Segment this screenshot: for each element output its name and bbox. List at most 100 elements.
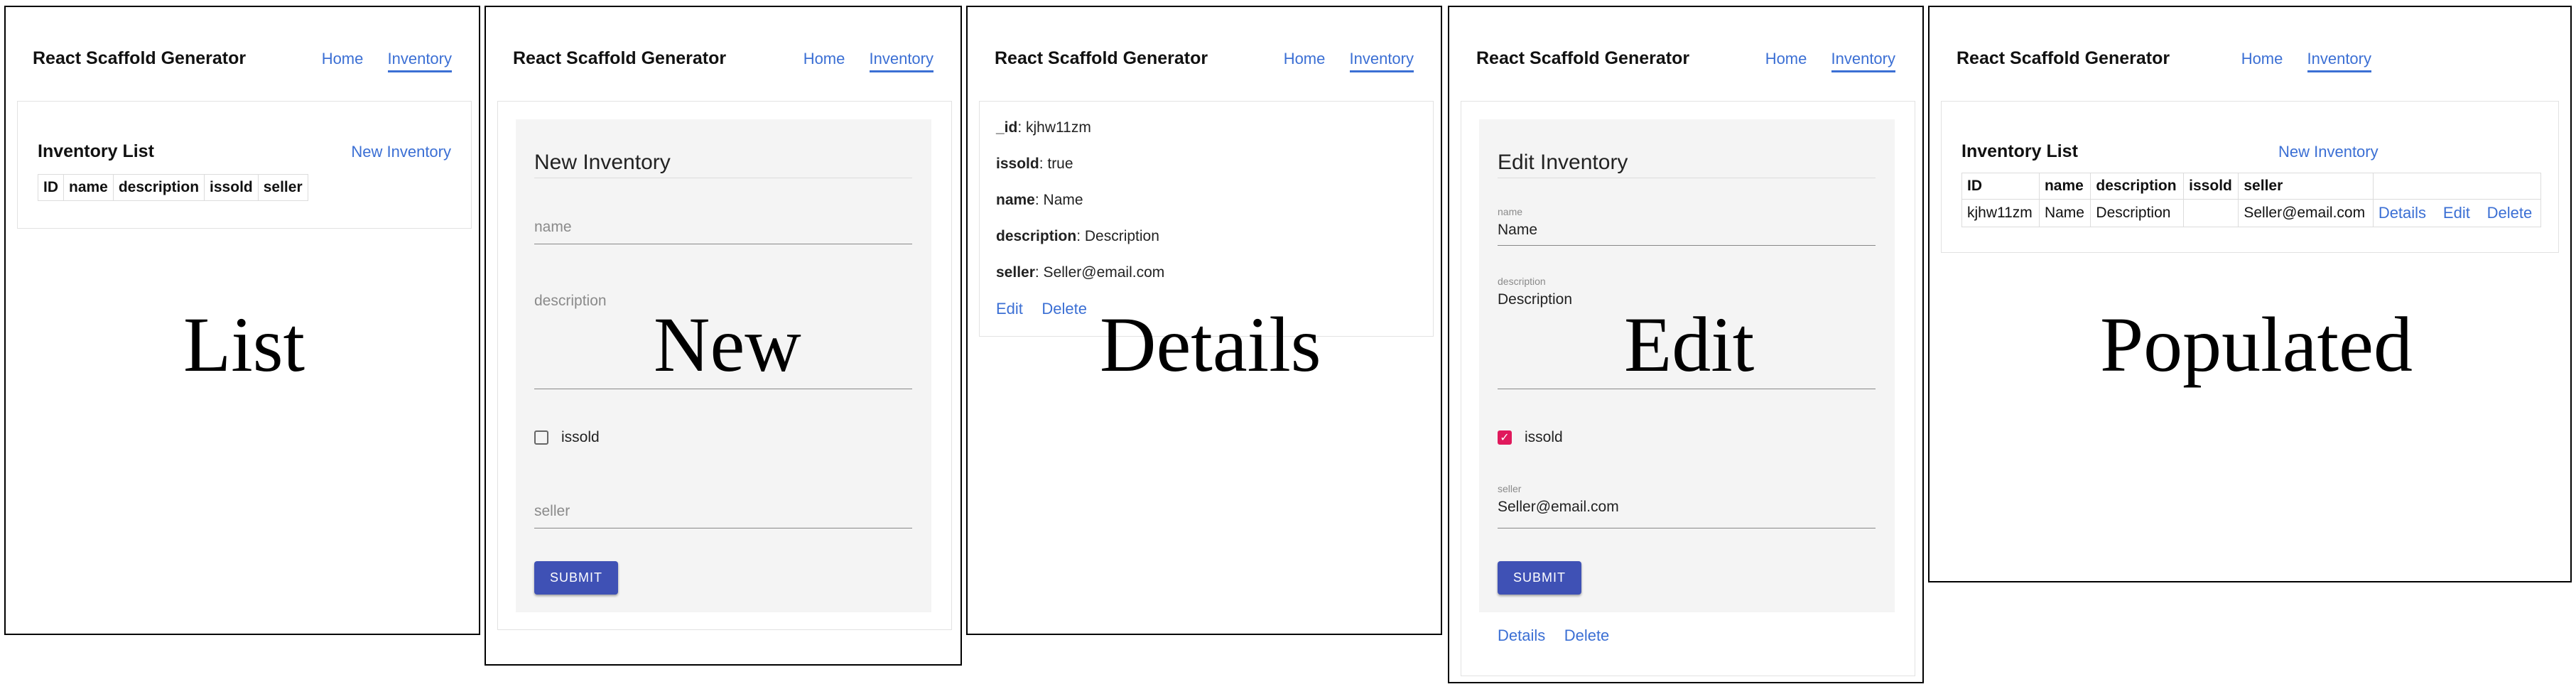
seller-field[interactable]: seller Seller@email.com (1498, 483, 1876, 528)
nav-home-link[interactable]: Home (2241, 50, 2283, 67)
app-header: React Scaffold Generator Home Inventory (1930, 7, 2570, 107)
app-title: React Scaffold Generator (1476, 48, 1690, 68)
detail-key: name (996, 192, 1035, 208)
nav-inventory-link[interactable]: Inventory (1831, 50, 1895, 72)
inventory-table: ID name description issold seller kjhw11… (1961, 173, 2542, 227)
name-field[interactable]: name (534, 219, 912, 244)
cell-actions: Details Edit Delete (2372, 199, 2542, 227)
submit-button[interactable]: SUBMIT (534, 561, 619, 595)
col-header-issold: issold (2183, 173, 2239, 200)
name-underline (1498, 245, 1876, 246)
detail-seller: seller: Seller@email.com (996, 264, 1164, 281)
table-row: kjhw11zm Name Description Seller@email.c… (1961, 199, 2542, 227)
delete-link[interactable]: Delete (1564, 627, 1610, 644)
row-delete-link[interactable]: Delete (2487, 204, 2533, 222)
issold-checkbox[interactable] (534, 430, 548, 445)
nav-home-link[interactable]: Home (1765, 50, 1807, 67)
app-header: React Scaffold Generator Home Inventory (486, 7, 960, 107)
name-field[interactable]: name Name (1498, 206, 1876, 246)
panel-caption-details: Details (1100, 301, 1321, 388)
table-header-row: ID name description issold seller (1961, 173, 2542, 200)
app-header: React Scaffold Generator Home Inventory (968, 7, 1441, 107)
app-title: React Scaffold Generator (33, 48, 247, 68)
inventory-list-card: Inventory List New Inventory ID name des… (17, 101, 472, 229)
col-header-seller: seller (257, 174, 308, 201)
name-placeholder: name (534, 219, 572, 235)
row-details-link[interactable]: Details (2379, 204, 2426, 222)
issold-checkbox-row[interactable]: issold (534, 429, 600, 446)
cell-seller: Seller@email.com (2238, 199, 2374, 227)
seller-label: seller (1498, 483, 1522, 494)
top-nav: Home Inventory (302, 50, 452, 72)
name-label: name (1498, 206, 1523, 217)
cell-name: Name (2038, 199, 2091, 227)
detail-issold: issold: true (996, 156, 1073, 173)
nav-inventory-link[interactable]: Inventory (387, 50, 452, 72)
detail-value: : Description (1076, 228, 1159, 244)
top-nav: Home Inventory (1746, 50, 1895, 72)
app-title: React Scaffold Generator (513, 48, 727, 68)
panel-caption-populated: Populated (2100, 301, 2413, 388)
issold-checkbox-row[interactable]: ✓ issold (1498, 429, 1563, 446)
new-screenshot-panel: React Scaffold Generator Home Inventory … (485, 6, 962, 666)
issold-label: issold (1525, 429, 1563, 445)
app-header: React Scaffold Generator Home Inventory (6, 7, 479, 107)
details-screenshot-panel: React Scaffold Generator Home Inventory … (966, 6, 1442, 635)
table-header-row: ID name description issold seller (38, 174, 308, 201)
detail-value: : kjhw11zm (1017, 119, 1091, 136)
submit-button[interactable]: SUBMIT (1498, 561, 1582, 595)
inventory-list-card: Inventory List New Inventory ID name des… (1941, 101, 2559, 253)
detail-description: description: Description (996, 228, 1159, 245)
col-header-id: ID (38, 174, 64, 201)
col-header-description: description (2090, 173, 2185, 200)
detail-key: seller (996, 264, 1035, 281)
detail-key: description (996, 228, 1077, 244)
top-nav: Home Inventory (2221, 50, 2371, 72)
seller-value: Seller@email.com (1498, 499, 1619, 515)
edit-actions: Details Delete (1498, 627, 1609, 645)
name-value: Name (1498, 222, 1538, 238)
nav-home-link[interactable]: Home (322, 50, 364, 67)
description-label: description (1498, 276, 1546, 287)
details-actions: Edit Delete (996, 300, 1087, 318)
cell-id: kjhw11zm (1961, 199, 2040, 227)
detail-value: : Name (1034, 192, 1083, 208)
detail-name: name: Name (996, 192, 1083, 209)
panel-caption-list: List (183, 301, 305, 388)
issold-label: issold (561, 429, 600, 445)
detail-key: _id (996, 119, 1018, 136)
col-header-id: ID (1961, 173, 2040, 200)
detail-id: _id: kjhw11zm (996, 119, 1091, 136)
detail-value: : Seller@email.com (1034, 264, 1165, 281)
panel-caption-edit: Edit (1624, 301, 1755, 388)
app-title: React Scaffold Generator (995, 48, 1208, 68)
col-header-description: description (112, 174, 205, 201)
col-header-seller: seller (2238, 173, 2374, 200)
top-nav: Home Inventory (1264, 50, 1414, 72)
new-inventory-link[interactable]: New Inventory (351, 143, 451, 161)
nav-home-link[interactable]: Home (1284, 50, 1326, 67)
col-header-actions (2372, 173, 2542, 200)
nav-inventory-link[interactable]: Inventory (1349, 50, 1414, 72)
row-edit-link[interactable]: Edit (2443, 204, 2470, 222)
inventory-list-heading: Inventory List (1961, 141, 2078, 161)
delete-link[interactable]: Delete (1041, 300, 1087, 318)
form-title: Edit Inventory (1498, 151, 1876, 178)
new-inventory-link[interactable]: New Inventory (2278, 143, 2379, 161)
top-nav: Home Inventory (784, 50, 933, 72)
details-link[interactable]: Details (1498, 627, 1545, 644)
col-header-name: name (63, 174, 114, 201)
nav-inventory-link[interactable]: Inventory (2307, 50, 2371, 72)
detail-key: issold (996, 156, 1039, 172)
list-screenshot-panel: React Scaffold Generator Home Inventory … (4, 6, 480, 635)
seller-placeholder: seller (534, 503, 570, 519)
edit-link[interactable]: Edit (996, 300, 1023, 318)
nav-home-link[interactable]: Home (803, 50, 845, 67)
cell-description: Description (2090, 199, 2185, 227)
seller-field[interactable]: seller (534, 503, 912, 528)
nav-inventory-link[interactable]: Inventory (869, 50, 933, 72)
inventory-list-heading: Inventory List (38, 141, 154, 161)
inventory-table: ID name description issold seller (38, 174, 308, 201)
check-icon[interactable]: ✓ (1498, 430, 1512, 445)
col-header-name: name (2038, 173, 2091, 200)
